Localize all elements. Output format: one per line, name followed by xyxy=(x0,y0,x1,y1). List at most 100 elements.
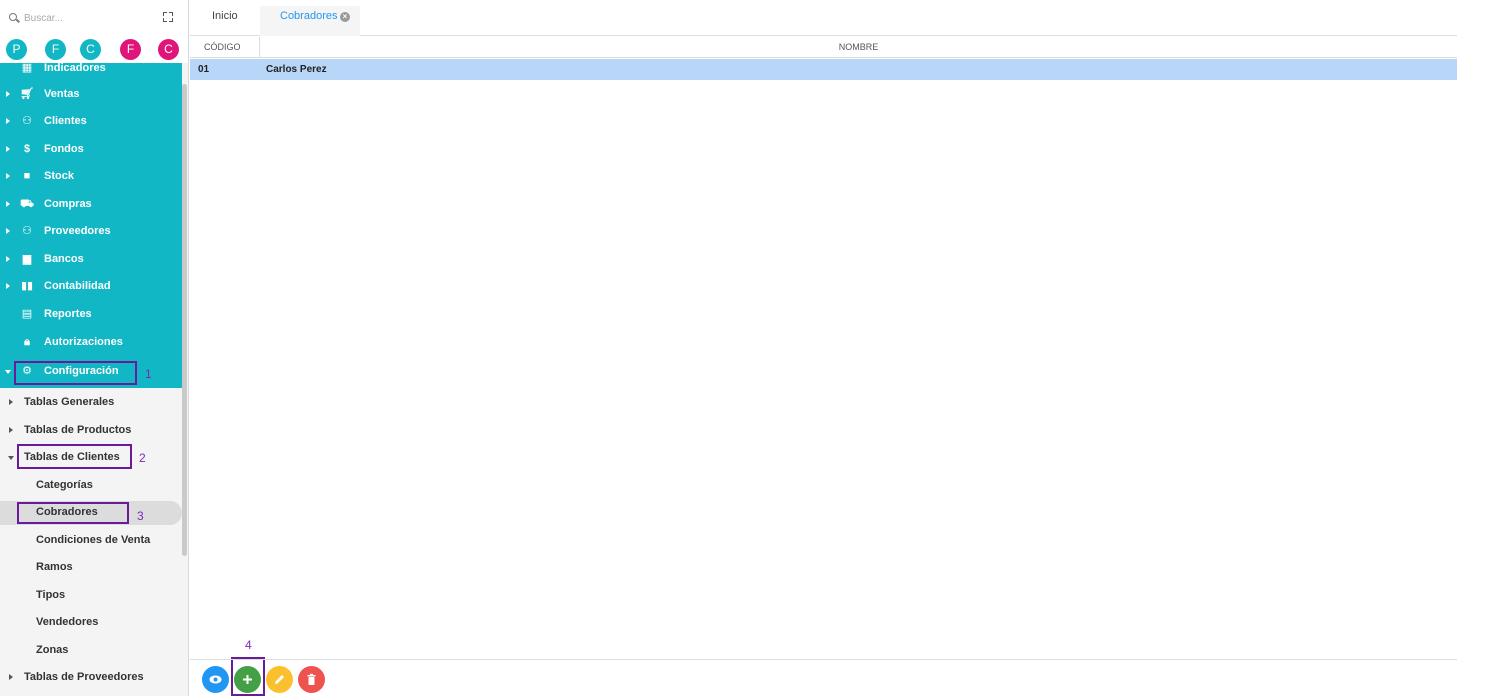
sidebar: P F C F C ▦ Indicadores 🛒︎ Ventas ⚇ Clie… xyxy=(0,0,189,696)
dashboard-icon: ▦ xyxy=(21,62,33,74)
caret-right-icon xyxy=(6,256,10,262)
subnav-label: Tipos xyxy=(36,589,66,601)
main-content: Inicio Cobradores × NOMBRE CÓDIGO 01 Car… xyxy=(190,0,1457,696)
sidebar-item-proveedores[interactable]: ⚇ Proveedores xyxy=(0,219,182,245)
subnav-label: Vendedores xyxy=(36,616,99,628)
plus-icon xyxy=(243,675,252,684)
caret-right-icon xyxy=(6,173,10,179)
close-icon[interactable]: × xyxy=(340,12,350,22)
sidebar-item-fondos[interactable]: $ Fondos xyxy=(0,137,182,163)
sidebar-item-label: Indicadores xyxy=(44,62,106,74)
sidebar-item-label: Stock xyxy=(44,170,74,182)
subnav-label: Condiciones de Venta xyxy=(36,534,151,546)
caret-right-icon xyxy=(6,91,10,97)
sidebar-item-label: Autorizaciones xyxy=(44,336,123,348)
tab-bar: Inicio Cobradores × xyxy=(190,0,1457,36)
subnav-label: Tablas Generales xyxy=(24,396,115,408)
dollar-icon: $ xyxy=(23,143,31,155)
sidebar-item-label: Contabilidad xyxy=(44,280,111,292)
column-divider xyxy=(259,37,260,58)
briefcase-icon: ▆ xyxy=(22,253,32,265)
subnav-tipos[interactable]: Tipos xyxy=(0,584,182,608)
edit-button[interactable] xyxy=(266,666,293,693)
add-button[interactable] xyxy=(234,666,261,693)
search-bar xyxy=(0,0,188,36)
people-icon: ⚇ xyxy=(22,225,32,237)
grid-header: NOMBRE CÓDIGO xyxy=(190,37,1457,58)
sidebar-item-autorizaciones[interactable]: 🔒︎ Autorizaciones xyxy=(0,330,182,356)
sidebar-scrollbar[interactable] xyxy=(182,84,187,556)
caret-right-icon xyxy=(6,201,10,207)
sidebar-item-compras[interactable]: ⛟ Compras xyxy=(0,192,182,218)
quick-access-p[interactable]: P xyxy=(6,39,27,60)
caret-right-icon xyxy=(6,228,10,234)
cell-nombre: Carlos Perez xyxy=(266,64,327,75)
subnav-label: Tablas de Productos xyxy=(24,424,132,436)
quick-access-f[interactable]: F xyxy=(45,39,66,60)
search-input[interactable] xyxy=(24,10,144,26)
annotation-number-1: 1 xyxy=(145,367,152,381)
eye-icon xyxy=(209,675,222,684)
subnav-label: Ramos xyxy=(36,561,73,573)
column-header-nombre[interactable]: NOMBRE xyxy=(190,42,1457,52)
sidebar-item-label: Compras xyxy=(44,198,92,210)
table-row[interactable]: 01 Carlos Perez xyxy=(190,59,1457,80)
sidebar-item-stock[interactable]: ■ Stock xyxy=(0,164,182,190)
sidebar-item-label: Ventas xyxy=(44,88,80,100)
sidebar-item-clientes[interactable]: ⚇ Clientes xyxy=(0,109,182,135)
purchase-cart-icon: ⛟ xyxy=(20,198,34,210)
action-bar xyxy=(190,659,1457,696)
tab-inicio[interactable]: Inicio xyxy=(212,10,238,22)
tab-cobradores[interactable]: Cobradores xyxy=(280,10,337,22)
subnav-zonas[interactable]: Zonas xyxy=(0,639,182,663)
delete-button[interactable] xyxy=(298,666,325,693)
annotation-number-3: 3 xyxy=(137,509,144,523)
quick-access-c-pink[interactable]: C xyxy=(158,39,179,60)
subnav-vendedores[interactable]: Vendedores xyxy=(0,611,182,635)
search-icon xyxy=(9,13,17,21)
box-icon: ■ xyxy=(23,170,31,182)
view-button[interactable] xyxy=(202,666,229,693)
sidebar-item-bancos[interactable]: ▆ Bancos xyxy=(0,247,182,273)
quick-access-bar: P F C F C xyxy=(0,36,188,63)
subnav-categorias[interactable]: Categorías xyxy=(0,474,182,498)
sidebar-item-reportes[interactable]: ▤ Reportes xyxy=(0,302,182,328)
ledger-icon: ▮▮ xyxy=(20,280,34,292)
annotation-number-2: 2 xyxy=(139,451,146,465)
subnav-label: Tablas de Proveedores xyxy=(24,671,144,683)
caret-right-icon xyxy=(6,146,10,152)
subnav-tablas-productos[interactable]: Tablas de Productos xyxy=(0,419,182,443)
subnav-label: Categorías xyxy=(36,479,93,491)
annotation-box-1 xyxy=(14,361,137,385)
lock-icon: 🔒︎ xyxy=(24,336,30,348)
pencil-icon xyxy=(275,675,284,684)
caret-right-icon xyxy=(9,427,13,433)
caret-right-icon xyxy=(6,283,10,289)
cell-codigo: 01 xyxy=(198,64,210,75)
report-icon: ▤ xyxy=(21,308,33,320)
quick-access-f-pink[interactable]: F xyxy=(120,39,141,60)
subnav-condiciones-venta[interactable]: Condiciones de Venta xyxy=(0,529,182,553)
sidebar-item-ventas[interactable]: 🛒︎ Ventas xyxy=(0,82,182,108)
caret-right-icon xyxy=(9,399,13,405)
sidebar-item-label: Fondos xyxy=(44,143,84,155)
column-header-codigo[interactable]: CÓDIGO xyxy=(204,42,241,52)
annotation-box-2 xyxy=(17,444,132,469)
people-icon: ⚇ xyxy=(22,115,32,127)
trash-icon xyxy=(307,673,316,685)
caret-right-icon xyxy=(9,674,13,680)
subnav-label: Zonas xyxy=(36,644,69,656)
annotation-box-3 xyxy=(17,502,129,524)
sidebar-item-label: Bancos xyxy=(44,253,84,265)
sidebar-item-contabilidad[interactable]: ▮▮ Contabilidad xyxy=(0,274,182,300)
cart-icon: 🛒︎ xyxy=(20,88,34,100)
caret-down-icon xyxy=(5,370,11,374)
caret-down-icon xyxy=(8,456,14,460)
subnav-tablas-proveedores[interactable]: Tablas de Proveedores xyxy=(0,666,182,690)
config-subnav: Tablas Generales Tablas de Productos Tab… xyxy=(0,388,182,696)
subnav-ramos[interactable]: Ramos xyxy=(0,556,182,580)
subnav-tablas-generales[interactable]: Tablas Generales xyxy=(0,391,182,415)
main-nav: ▦ Indicadores 🛒︎ Ventas ⚇ Clientes $ Fon… xyxy=(0,60,182,388)
quick-access-c[interactable]: C xyxy=(80,39,101,60)
fullscreen-icon[interactable] xyxy=(163,12,173,22)
